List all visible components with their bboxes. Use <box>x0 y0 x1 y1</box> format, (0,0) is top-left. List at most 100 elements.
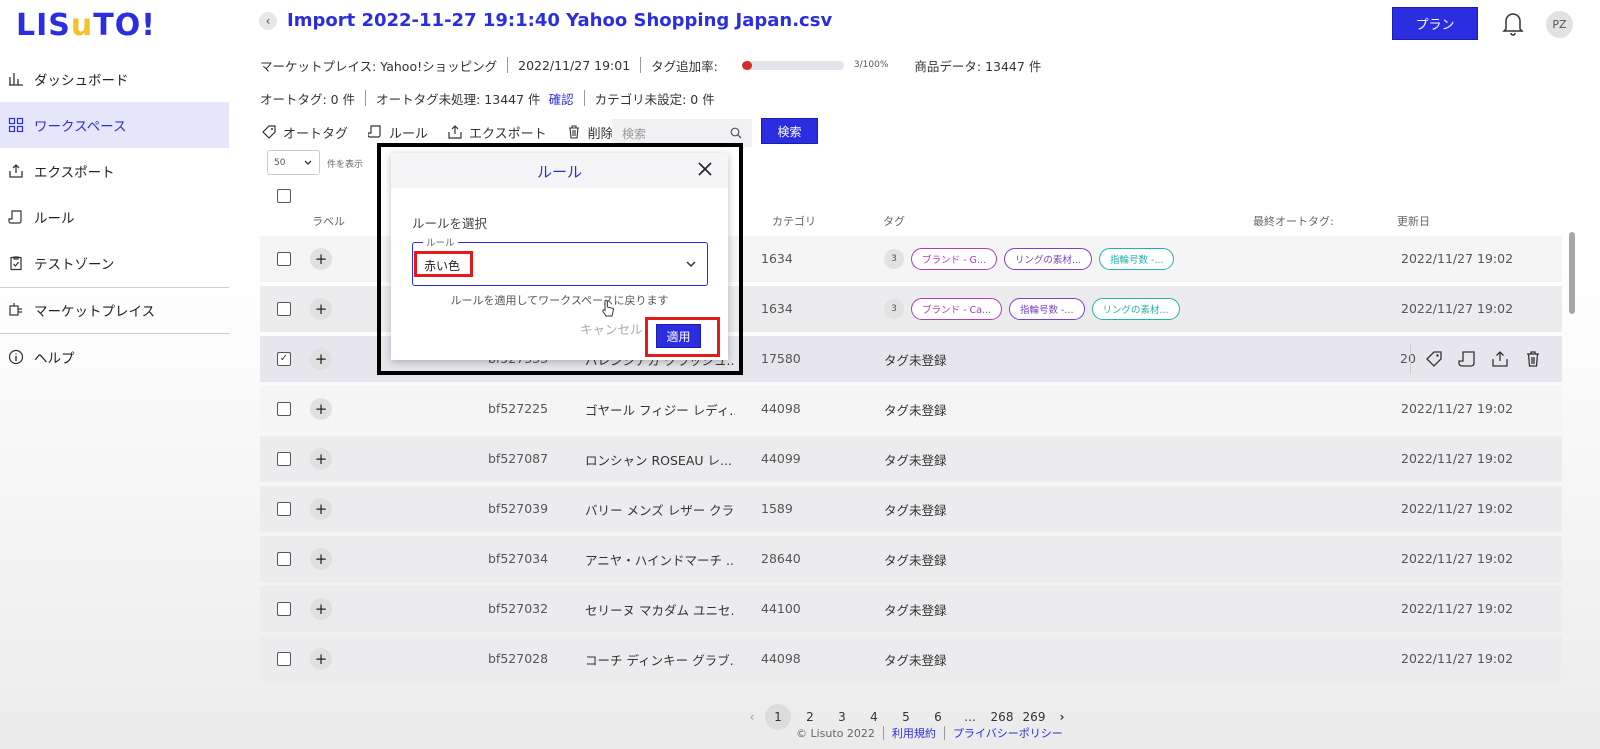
add-label-button[interactable]: + <box>310 598 332 620</box>
sidebar-item-rule[interactable]: ルール <box>0 194 229 240</box>
page-button[interactable]: 5 <box>890 710 922 724</box>
sidebar-item-testzone[interactable]: テストゾーン <box>0 240 229 286</box>
logo[interactable]: LISuTO! <box>16 8 156 43</box>
select-all-checkbox[interactable] <box>277 189 291 203</box>
column-header-tag[interactable]: タグ <box>883 213 905 229</box>
cancel-button[interactable]: キャンセル <box>580 319 643 338</box>
scroll-icon[interactable] <box>1458 350 1476 368</box>
plan-button[interactable]: プラン <box>1392 7 1478 40</box>
column-header-updated[interactable]: 更新日 <box>1397 213 1430 229</box>
row-checkbox[interactable] <box>277 452 291 466</box>
table-row[interactable]: + bf527032 セリーヌ マカダム ユニセ... 44100 タグ未登録 … <box>260 586 1562 632</box>
page-button[interactable]: 4 <box>858 710 890 724</box>
table-row[interactable]: + bf527087 ロンシャン ROSEAU レ... 44099 タグ未登録… <box>260 436 1562 482</box>
sidebar-item-dashboard[interactable]: ダッシュボード <box>0 56 229 102</box>
row-checkbox[interactable] <box>277 552 291 566</box>
scroll-icon <box>368 125 381 138</box>
table-row[interactable]: + bf527225 ゴヤール フィジー レディ... 44098 タグ未登録 … <box>260 386 1562 432</box>
export-icon[interactable] <box>1491 350 1509 368</box>
rule-dialog: ルール ルールを選択 ルール 赤い色 ルールを適用してワークスペースに戻ります … <box>391 153 728 360</box>
table-row[interactable]: + bf527039 バリー メンズ レザー クラ... 1589 タグ未登録 … <box>260 486 1562 532</box>
bar-chart-icon <box>8 71 24 87</box>
import-info-row: マーケットプレイス: Yahoo!ショッピング 2022/11/27 19:01… <box>260 55 1041 75</box>
row-checkbox[interactable] <box>277 602 291 616</box>
terms-link[interactable]: 利用規約 <box>892 725 936 741</box>
tag-chip[interactable]: 指輪号数 -... <box>1098 248 1175 270</box>
prev-page-button[interactable]: ‹ <box>742 710 762 724</box>
close-icon[interactable] <box>696 160 714 178</box>
row-code: bf527039 <box>488 501 549 516</box>
row-tags: 3 ブランド - Ca... 指輪号数 -... リングの素材... <box>884 298 1187 320</box>
rule-select[interactable]: ルール 赤い色 <box>412 235 708 286</box>
page-button[interactable]: 6 <box>922 710 954 724</box>
row-checkbox[interactable] <box>277 302 291 316</box>
back-button[interactable]: ‹ <box>259 12 277 30</box>
row-name: コーチ ディンキー グラブ... <box>585 653 735 668</box>
add-label-button[interactable]: + <box>310 448 332 470</box>
scrollbar-thumb[interactable] <box>1569 232 1575 314</box>
trash-icon[interactable] <box>1524 350 1542 368</box>
chevron-down-icon[interactable] <box>684 257 698 271</box>
row-code: bf527034 <box>488 551 549 566</box>
bell-icon[interactable] <box>1501 10 1525 36</box>
row-tag-status: タグ未登録 <box>884 553 947 568</box>
sidebar-item-marketplace[interactable]: マーケットプレイス <box>0 287 229 333</box>
row-category: 44099 <box>761 451 801 466</box>
apply-button[interactable]: 適用 <box>656 324 701 348</box>
column-header-last-auto-tag[interactable]: 最終オートタグ: <box>1253 213 1334 229</box>
row-category: 1634 <box>761 251 793 266</box>
sidebar-item-workspace[interactable]: ワークスペース <box>0 102 229 148</box>
search-button[interactable]: 検索 <box>761 118 818 144</box>
export-button[interactable]: エクスポート <box>448 123 547 142</box>
rule-button[interactable]: ルール <box>368 123 428 142</box>
next-page-button[interactable]: › <box>1050 710 1074 724</box>
page-button[interactable]: 2 <box>794 710 826 724</box>
row-checkbox[interactable] <box>277 502 291 516</box>
tag-chip[interactable]: ブランド - Ca... <box>911 298 1002 320</box>
row-name: セリーヌ マカダム ユニセ... <box>585 603 735 618</box>
apply-highlight-frame: 適用 <box>645 317 720 357</box>
add-label-button[interactable]: + <box>310 648 332 670</box>
tag-chip[interactable]: リングの素材... <box>1003 248 1092 270</box>
table-row[interactable]: + bf527034 アニヤ・ハインドマーチ ... 28640 タグ未登録 2… <box>260 536 1562 582</box>
tag-rate-value: 3/100% <box>853 60 889 70</box>
add-label-button[interactable]: + <box>310 298 332 320</box>
per-page-select[interactable]: 50 <box>267 150 320 175</box>
tag-rate-progress <box>741 60 844 70</box>
scroll-icon <box>8 209 24 225</box>
import-datetime: 2022/11/27 19:01 <box>518 57 631 73</box>
table-row[interactable]: + bf527028 コーチ ディンキー グラブ... 44098 タグ未登録 … <box>260 636 1562 682</box>
row-category: 1589 <box>761 501 793 516</box>
sidebar-item-export[interactable]: エクスポート <box>0 148 229 194</box>
delete-button[interactable]: 削除 <box>567 123 614 142</box>
row-checkbox[interactable]: ✓ <box>277 352 291 366</box>
add-label-button[interactable]: + <box>310 398 332 420</box>
export-icon <box>448 125 462 139</box>
row-updated-date: 2022/11/27 19:02 <box>1401 501 1514 516</box>
copyright: © Lisuto 2022 <box>796 726 875 740</box>
column-header-category[interactable]: カテゴリ <box>772 213 816 229</box>
privacy-link[interactable]: プライバシーポリシー <box>953 725 1063 741</box>
column-header-label[interactable]: ラベル <box>312 213 345 229</box>
confirm-link[interactable]: 確認 <box>549 89 574 108</box>
page-button[interactable]: 3 <box>826 710 858 724</box>
row-name: ゴヤール フィジー レディ... <box>585 403 735 418</box>
avatar[interactable]: PZ <box>1546 11 1573 38</box>
add-label-button[interactable]: + <box>310 548 332 570</box>
add-label-button[interactable]: + <box>310 248 332 270</box>
page-button[interactable]: 268 <box>986 710 1018 724</box>
tag-chip[interactable]: ブランド - G... <box>911 248 997 270</box>
tag-icon[interactable] <box>1425 350 1443 368</box>
page-button-current[interactable]: 1 <box>765 704 791 730</box>
row-code: bf527225 <box>488 401 549 416</box>
add-label-button[interactable]: + <box>310 498 332 520</box>
sidebar-item-help[interactable]: ヘルプ <box>0 334 229 380</box>
tag-chip[interactable]: リングの素材... <box>1091 298 1180 320</box>
page-button[interactable]: 269 <box>1018 710 1050 724</box>
row-checkbox[interactable] <box>277 402 291 416</box>
row-checkbox[interactable] <box>277 652 291 666</box>
tag-chip[interactable]: 指輪号数 -... <box>1008 298 1085 320</box>
row-checkbox[interactable] <box>277 252 291 266</box>
auto-tag-button[interactable]: オートタグ <box>262 123 348 142</box>
add-label-button[interactable]: + <box>310 348 332 370</box>
